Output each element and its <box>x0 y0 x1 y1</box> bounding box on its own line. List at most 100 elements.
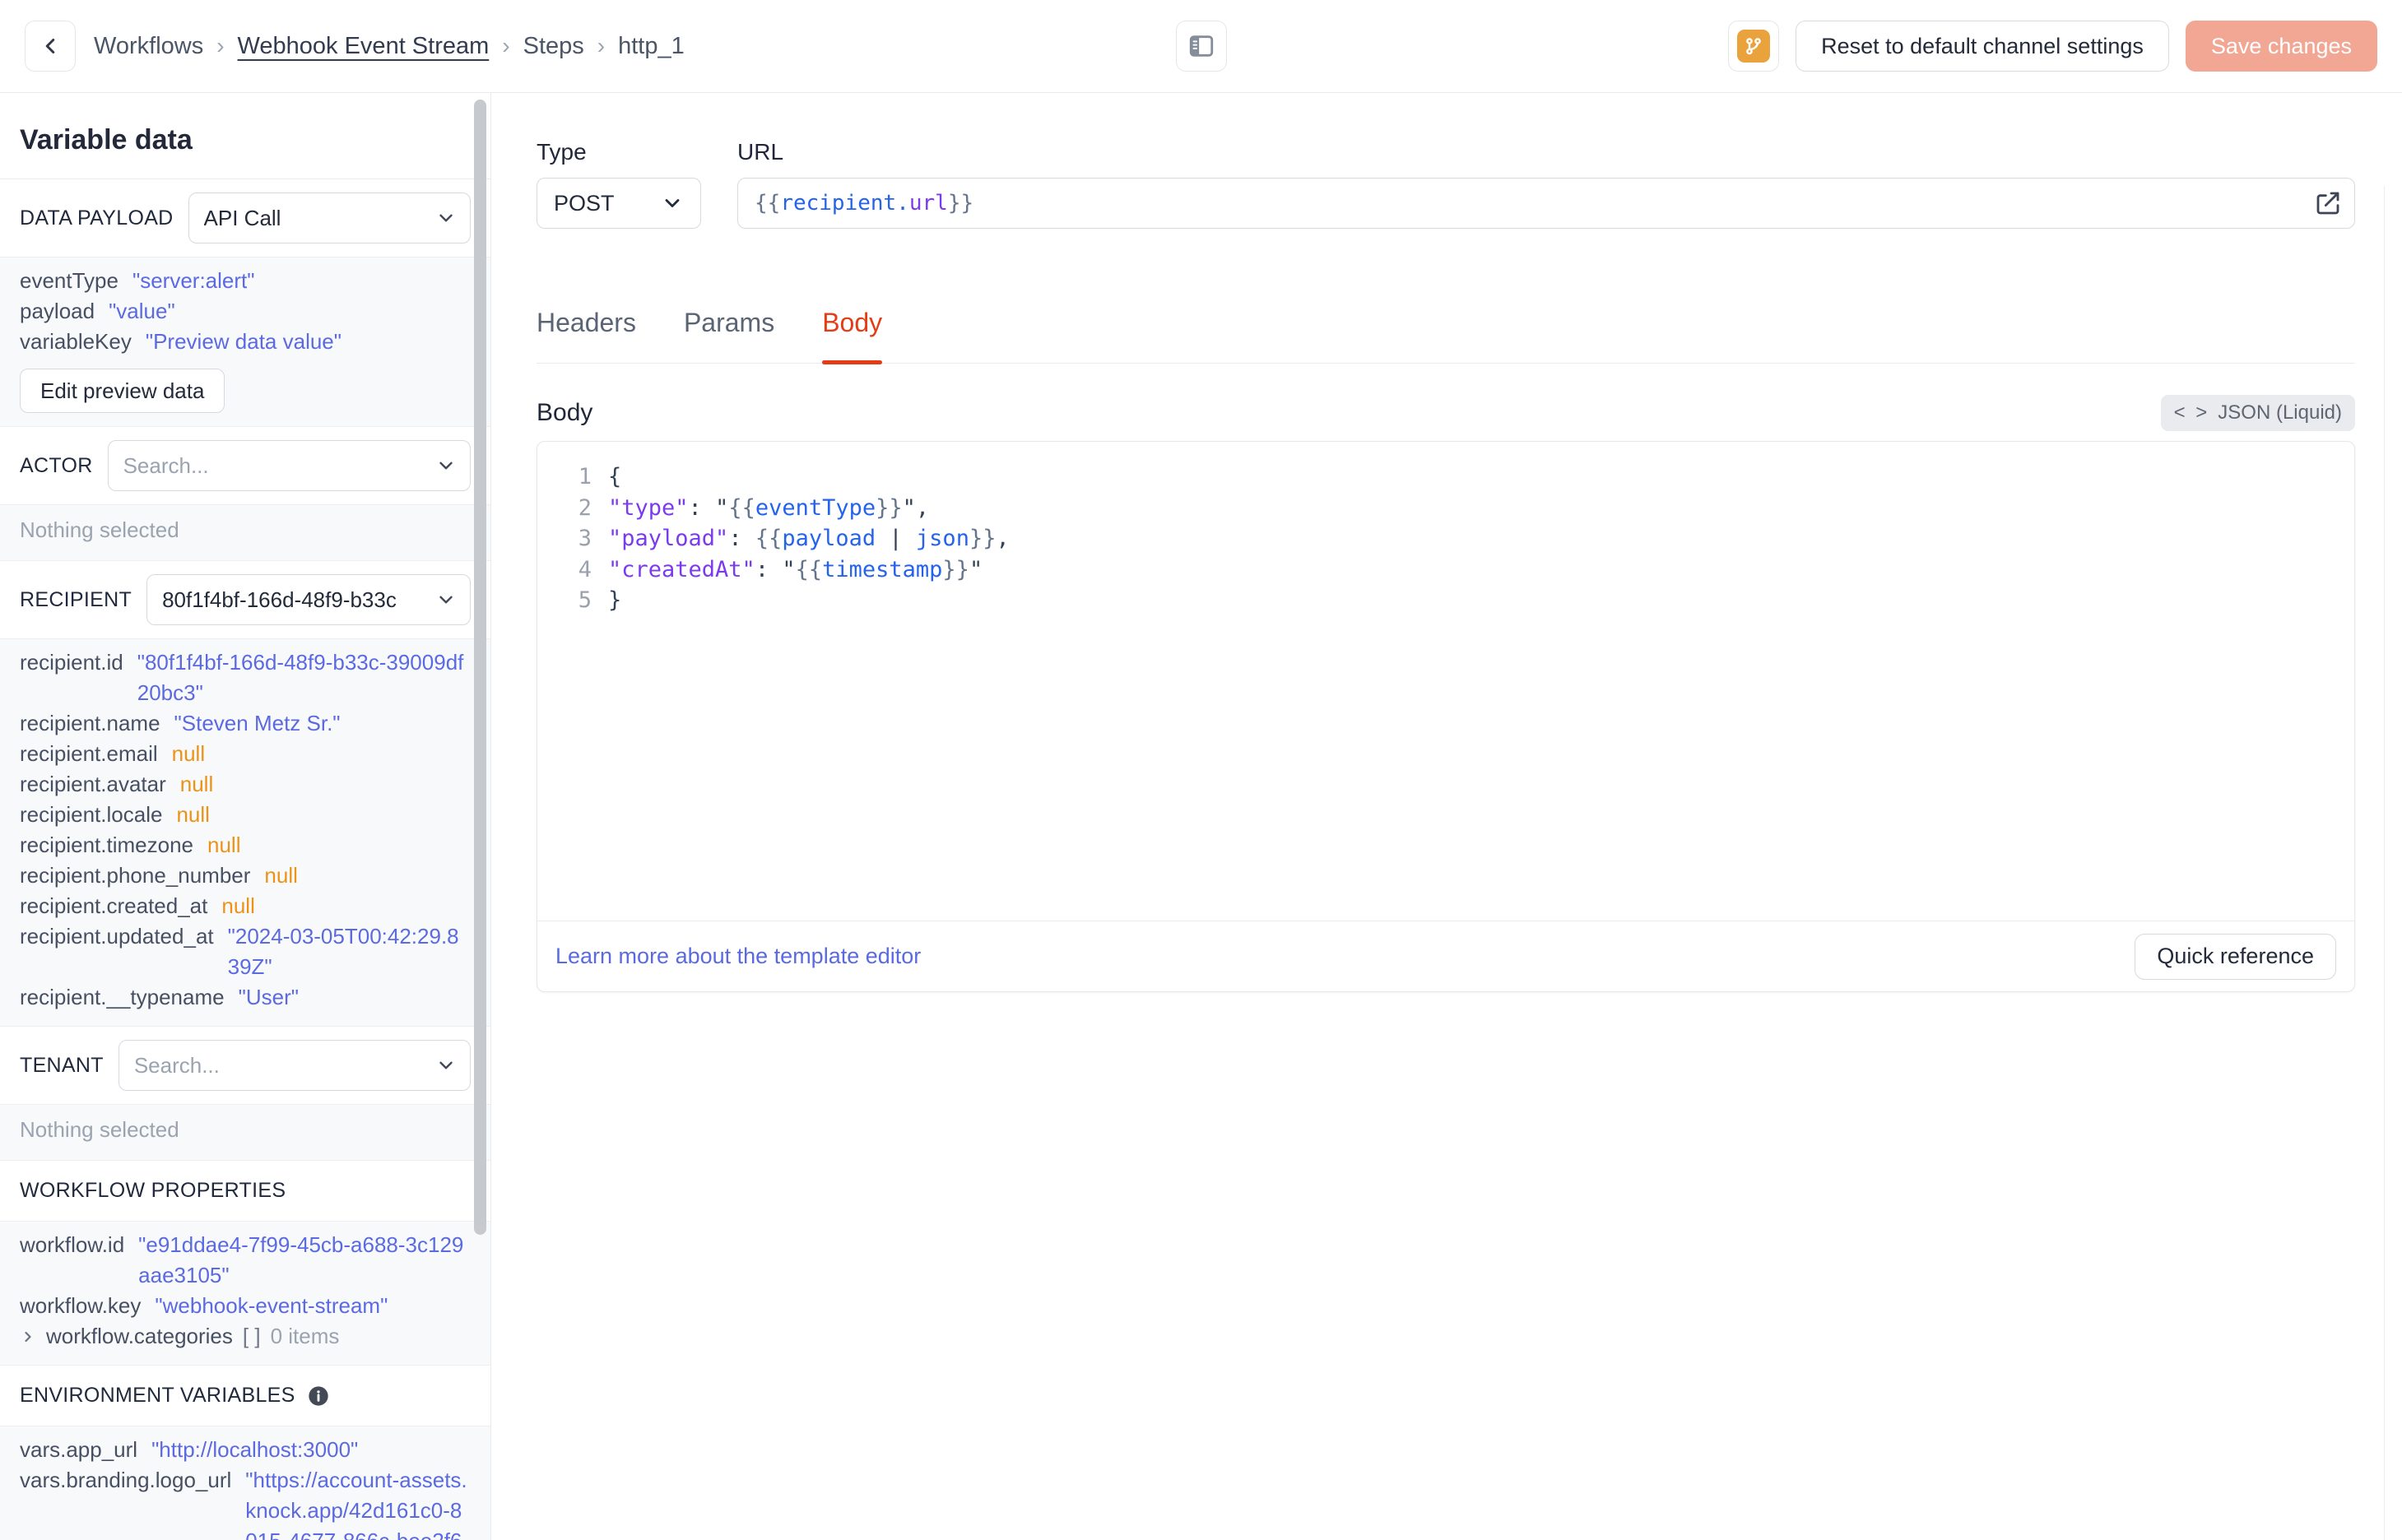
code-line: 2 "type": "{{eventType}}", <box>537 493 2354 524</box>
variable-value: "https://account-assets.knock.app/42d161… <box>245 1468 467 1540</box>
commit-changes-button[interactable] <box>1728 21 1780 72</box>
variable-key: recipient.locale <box>20 802 163 827</box>
code-token: " <box>782 556 796 582</box>
actor-empty-text: Nothing selected <box>20 517 179 542</box>
workflow-categories-count: 0 items <box>270 1324 340 1348</box>
language-badge: < > JSON (Liquid) <box>2160 395 2355 431</box>
recipient-select[interactable]: 80f1f4bf-166d-48f9-b33c <box>146 574 471 625</box>
code-token: url <box>908 191 948 216</box>
code-token: : <box>755 556 783 582</box>
code-editor[interactable]: 1{2 "type": "{{eventType}}", 3 "payload": {… <box>537 442 2354 921</box>
code-token: | <box>876 526 916 551</box>
chevron-down-icon <box>435 589 457 610</box>
chevron-down-icon <box>435 455 457 476</box>
http-method-select[interactable]: POST <box>537 178 701 229</box>
code-token: : <box>688 494 716 521</box>
code-text: "payload": {{payload | json}}, <box>608 523 1010 554</box>
url-input[interactable]: {{recipient.url}} <box>737 178 2355 229</box>
tenant-label: TENANT <box>20 1053 104 1077</box>
variable-row: vars.app_url "http://localhost:3000" <box>20 1435 471 1465</box>
variable-key: recipient.__typename <box>20 985 225 1009</box>
code-token: }} <box>876 494 903 521</box>
variable-value: null <box>264 863 298 888</box>
body-section-header: Body < > JSON (Liquid) <box>537 395 2355 431</box>
breadcrumb-item-webhook-event-stream[interactable]: Webhook Event Stream <box>238 33 490 60</box>
data-payload-label: DATA PAYLOAD <box>20 206 174 230</box>
quick-reference-button[interactable]: Quick reference <box>2135 933 2336 980</box>
workflow-categories-expander[interactable]: workflow.categories [ ] 0 items <box>20 1321 471 1352</box>
variable-row: recipient.name "Steven Metz Sr." <box>20 708 471 739</box>
type-label: Type <box>537 139 587 165</box>
variable-value: "webhook-event-stream" <box>155 1293 388 1318</box>
variable-row: recipient.phone_number null <box>20 860 471 891</box>
code-token: {{ <box>755 191 781 216</box>
breadcrumb-item-steps[interactable]: Steps <box>523 33 584 60</box>
line-number: 1 <box>578 464 592 489</box>
variable-value: "User" <box>238 985 299 1009</box>
tenant-select[interactable]: Search... <box>118 1040 471 1091</box>
variable-key: recipient.created_at <box>20 893 208 918</box>
variable-key: recipient.id <box>20 650 123 675</box>
code-token: , <box>996 526 1010 551</box>
breadcrumb-item-http_1: http_1 <box>618 32 685 59</box>
code-token: {{ <box>795 556 823 582</box>
sidebar-scrollbar[interactable] <box>474 100 486 1235</box>
variable-row: recipient.avatar null <box>20 769 471 800</box>
template-editor-docs-link[interactable]: Learn more about the template editor <box>555 944 921 969</box>
code-token: }} <box>947 191 974 216</box>
variable-key: eventType <box>20 268 118 293</box>
main-scroll-gutter[interactable] <box>2384 186 2402 1540</box>
line-number: 4 <box>578 556 592 582</box>
tenant-row: TENANT Search... <box>0 1027 490 1104</box>
data-payload-select[interactable]: API Call <box>188 192 471 244</box>
recipient-label: RECIPIENT <box>20 587 132 611</box>
variable-row: vars.branding.logo_url "https://account-a… <box>20 1465 471 1540</box>
code-brackets-icon: < > <box>2173 401 2210 424</box>
chevron-down-icon <box>435 1055 457 1076</box>
code-token: "type" <box>608 494 689 521</box>
url-field: URL {{recipient.url}} <box>737 139 2355 229</box>
top-bar: Workflows › Webhook Event Stream › Steps › htt… <box>0 0 2402 93</box>
workflow-properties-preview: workflow.id "e91ddae4-7f99-45cb-a688-3c12… <box>0 1221 490 1366</box>
tab-params[interactable]: Params <box>684 308 774 363</box>
tab-headers[interactable]: Headers <box>537 308 636 363</box>
variable-row: recipient.created_at null <box>20 891 471 921</box>
code-token: {{ <box>728 494 755 521</box>
edit-preview-data-button[interactable]: Edit preview data <box>20 369 225 413</box>
variable-key: workflow.id <box>20 1232 125 1257</box>
reset-channel-settings-button[interactable]: Reset to default channel settings <box>1796 21 2169 72</box>
code-text: "type": "{{eventType}}", <box>608 493 929 524</box>
breadcrumb-separator: › <box>216 33 225 58</box>
chevron-down-icon <box>661 192 684 215</box>
variable-row: recipient.updated_at "2024-03-05T00:42:29… <box>20 921 471 982</box>
variable-value: "e91ddae4-7f99-45cb-a688-3c129aae3105" <box>138 1232 464 1287</box>
line-number: 3 <box>578 526 592 551</box>
variable-value: null <box>221 893 255 918</box>
variable-key: recipient.avatar <box>20 772 166 796</box>
info-icon[interactable] <box>307 1385 330 1408</box>
save-changes-button[interactable]: Save changes <box>2185 21 2377 72</box>
sidebar-toggle-button[interactable] <box>1175 21 1227 72</box>
external-link-icon <box>2315 190 2341 216</box>
code-token: eventType <box>755 494 876 521</box>
workflow-properties-label: WORKFLOW PROPERTIES <box>20 1179 286 1202</box>
tab-body[interactable]: Body <box>822 308 882 364</box>
actor-label: ACTOR <box>20 453 93 477</box>
git-branch-icon <box>1737 30 1771 63</box>
code-token: {{ <box>755 526 783 551</box>
data-payload-preview: eventType "server:alert" payload "value" var… <box>0 257 490 427</box>
back-button[interactable] <box>25 21 76 72</box>
actor-empty-state: Nothing selected <box>0 504 490 561</box>
code-token: timestamp <box>822 556 943 582</box>
expand-editor-button[interactable] <box>2315 190 2341 216</box>
type-field: Type POST <box>537 139 701 229</box>
environment-variables-preview: vars.app_url "http://localhost:3000" vars.… <box>0 1426 490 1540</box>
variable-value: null <box>179 772 214 796</box>
variable-row: recipient.locale null <box>20 800 471 830</box>
request-tabs: Headers Params Body <box>537 308 2355 364</box>
actor-select[interactable]: Search... <box>107 440 471 491</box>
variable-key: workflow.key <box>20 1293 142 1318</box>
variable-key: recipient.timezone <box>20 833 193 857</box>
breadcrumb-item-workflows[interactable]: Workflows <box>94 33 203 60</box>
variable-key: recipient.email <box>20 741 158 766</box>
